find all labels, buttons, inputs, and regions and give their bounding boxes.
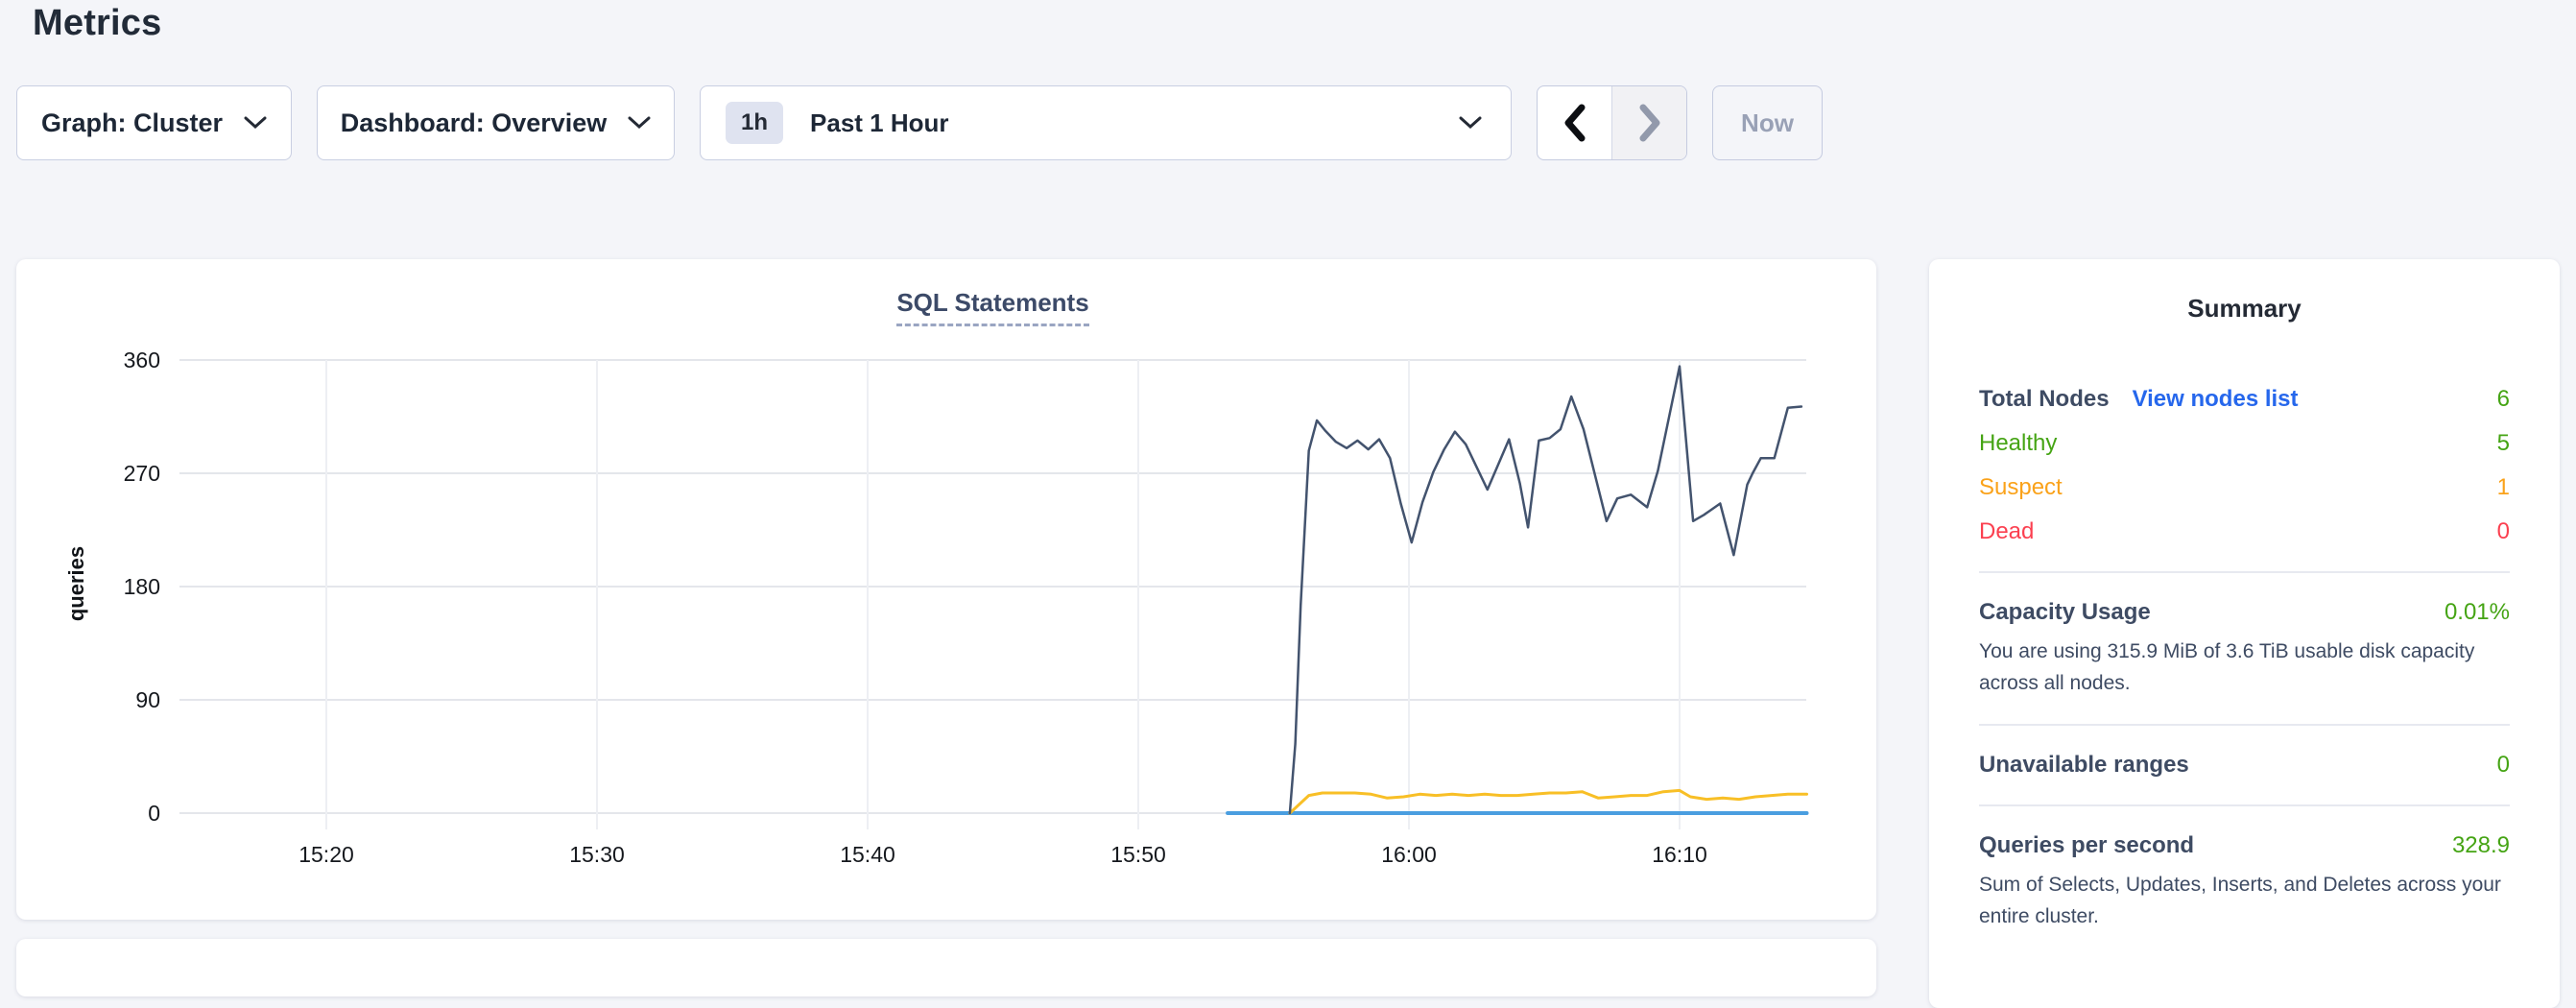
chevron-down-icon — [244, 116, 267, 130]
healthy-label: Healthy — [1979, 429, 2057, 458]
time-window-pager — [1537, 85, 1687, 160]
low-yellow-line — [1290, 790, 1807, 813]
capacity-usage-description: You are using 315.9 MiB of 3.6 TiB usabl… — [1979, 636, 2510, 699]
now-button-label: Now — [1741, 108, 1794, 138]
capacity-usage-row: Capacity Usage 0.01% — [1979, 598, 2510, 627]
divider — [1979, 571, 2510, 573]
suspect-value: 1 — [2497, 473, 2510, 502]
x-tick-label: 16:00 — [1381, 842, 1437, 867]
y-tick-label: 360 — [124, 348, 160, 372]
divider — [1979, 724, 2510, 726]
dead-value: 0 — [2497, 517, 2510, 546]
suspect-label: Suspect — [1979, 473, 2063, 502]
y-tick-label: 0 — [148, 801, 160, 826]
dashboard-dropdown[interactable]: Dashboard: Overview — [317, 85, 675, 160]
chevron-down-icon — [1459, 116, 1482, 130]
chevron-right-icon — [1637, 104, 1662, 142]
y-tick-label: 180 — [124, 574, 160, 599]
total-nodes-label: Total Nodes — [1979, 385, 2110, 414]
capacity-usage-value: 0.01% — [2445, 598, 2510, 627]
unavailable-ranges-row: Unavailable ranges 0 — [1979, 751, 2510, 780]
next-chart-card — [16, 939, 1876, 996]
x-tick-label: 16:10 — [1652, 842, 1707, 867]
view-nodes-list-link[interactable]: View nodes list — [2133, 385, 2299, 414]
dashboard-label: Dashboard: Overview — [341, 108, 608, 138]
dead-label: Dead — [1979, 517, 2034, 546]
queries-per-second-row: Queries per second 328.9 — [1979, 831, 2510, 860]
y-axis-label: queries — [64, 546, 88, 621]
x-tick-label: 15:30 — [569, 842, 625, 867]
queries-per-second-label: Queries per second — [1979, 831, 2194, 860]
divider — [1979, 804, 2510, 806]
y-tick-label: 90 — [135, 687, 160, 712]
main-dark-line — [1290, 367, 1801, 813]
graph-scope-label: Graph: Cluster — [41, 108, 223, 138]
prev-time-window-button[interactable] — [1538, 86, 1611, 159]
suspect-nodes-row: Suspect 1 — [1979, 473, 2510, 502]
queries-per-second-value: 328.9 — [2452, 831, 2510, 860]
page-title: Metrics — [33, 2, 161, 46]
queries-per-second-description: Sum of Selects, Updates, Inserts, and De… — [1979, 870, 2510, 932]
y-tick-label: 270 — [124, 461, 160, 486]
total-nodes-row: Total Nodes View nodes list 6 — [1979, 385, 2510, 414]
capacity-usage-label: Capacity Usage — [1979, 598, 2151, 627]
unavailable-ranges-label: Unavailable ranges — [1979, 751, 2189, 780]
summary-panel: Summary Total Nodes View nodes list 6 He… — [1929, 259, 2560, 1008]
unavailable-ranges-value: 0 — [2497, 751, 2510, 780]
next-time-window-button[interactable] — [1611, 86, 1686, 159]
healthy-value: 5 — [2497, 429, 2510, 458]
now-button[interactable]: Now — [1712, 85, 1823, 160]
sql-statements-card: SQL Statements 09018027036015:2015:3015:… — [16, 259, 1876, 920]
x-tick-label: 15:50 — [1110, 842, 1166, 867]
x-tick-label: 15:20 — [298, 842, 354, 867]
time-range-selector[interactable]: 1h Past 1 Hour — [700, 85, 1512, 160]
time-range-label: Past 1 Hour — [810, 108, 949, 138]
graph-scope-dropdown[interactable]: Graph: Cluster — [16, 85, 292, 160]
chevron-left-icon — [1562, 104, 1587, 142]
sql-statements-chart[interactable]: 0 90 180 270 360 15:20 15:30 15:40 15:50 16:00 16:… — [16, 259, 1876, 920]
healthy-nodes-row: Healthy 5 — [1979, 429, 2510, 458]
summary-title: Summary — [1979, 294, 2510, 324]
dead-nodes-row: Dead 0 — [1979, 517, 2510, 546]
x-tick-label: 15:40 — [840, 842, 895, 867]
time-range-badge: 1h — [726, 102, 783, 144]
chevron-down-icon — [628, 116, 651, 130]
total-nodes-value: 6 — [2497, 385, 2510, 414]
metrics-toolbar: Graph: Cluster Dashboard: Overview 1h Pa… — [16, 85, 1823, 160]
